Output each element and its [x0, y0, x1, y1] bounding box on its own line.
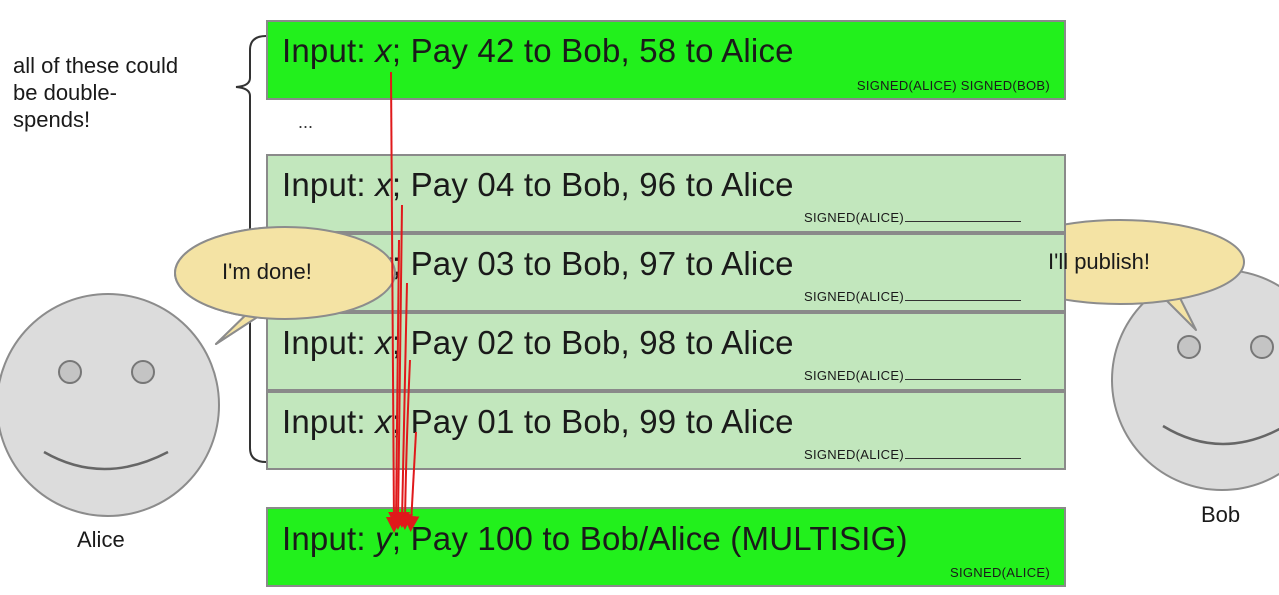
alice-speech-text: I'm done! — [222, 259, 312, 284]
arrow-from-tx-42 — [385, 71, 402, 533]
bob-label: Bob — [1201, 502, 1241, 527]
bob-speech-text: I'll publish! — [1048, 249, 1151, 274]
alice-label: Alice — [77, 527, 125, 552]
arrow-from-tx-01 — [403, 431, 420, 532]
input-arrows — [385, 71, 420, 533]
